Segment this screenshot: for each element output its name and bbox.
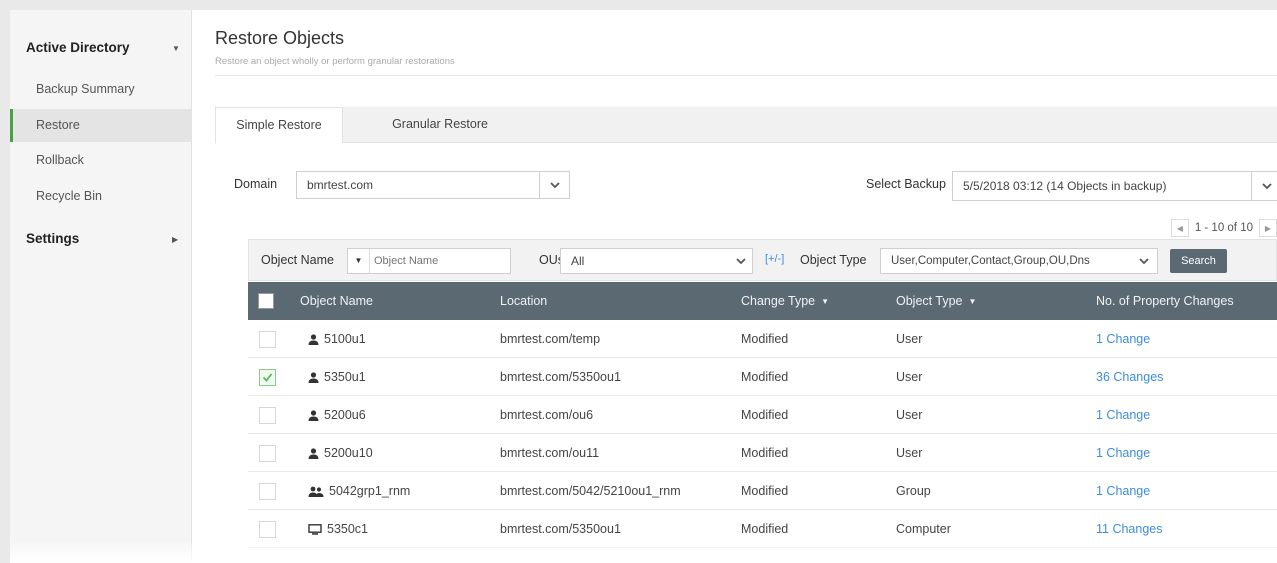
object-name-input[interactable] xyxy=(374,251,506,271)
app-window: Active Directory ▼ Backup Summary Restor… xyxy=(10,10,1277,563)
object-type: User xyxy=(896,370,923,384)
object-name-filter-label: Object Name xyxy=(261,253,334,267)
row-checkbox[interactable] xyxy=(259,331,276,348)
page-range: 1 - 10 of 10 xyxy=(1194,222,1253,234)
column-object-type[interactable]: Object Type ▼ xyxy=(896,282,976,320)
object-type: User xyxy=(896,408,923,422)
caret-down-icon[interactable]: ▼ xyxy=(348,249,370,273)
divider xyxy=(215,75,1277,76)
computer-icon xyxy=(308,524,322,535)
domain-label: Domain xyxy=(234,177,278,191)
column-object-type-label: Object Type xyxy=(896,294,963,308)
table-header: Object Name Location Change Type ▼ Object… xyxy=(248,282,1277,320)
ous-value: All xyxy=(571,254,585,268)
row-checkbox[interactable] xyxy=(259,483,276,500)
change-type: Modified xyxy=(741,446,789,460)
user-icon xyxy=(308,410,319,421)
table-row[interactable]: 5200u6 bmrtest.com/ou6 Modified User 1 C… xyxy=(248,396,1277,434)
backup-select[interactable]: 5/5/2018 03:12 (14 Objects in backup) xyxy=(952,171,1277,201)
sidebar-item-backup-summary[interactable]: Backup Summary xyxy=(10,73,192,106)
previous-page-icon[interactable]: ◀ xyxy=(1170,219,1189,237)
table-row[interactable]: 5042grp1_rnm bmrtest.com/5042/5210ou1_rn… xyxy=(248,472,1277,510)
domain-select[interactable]: bmrtest.com xyxy=(296,171,570,199)
column-object-name[interactable]: Object Name xyxy=(300,282,373,320)
change-type: Modified xyxy=(741,408,789,422)
change-type: Modified xyxy=(741,332,789,346)
sidebar-item-restore[interactable]: Restore xyxy=(10,109,192,142)
property-changes-link[interactable]: 1 Change xyxy=(1096,396,1150,434)
user-icon xyxy=(308,448,319,459)
table-row[interactable]: 5350u1 bmrtest.com/5350ou1 Modified User… xyxy=(248,358,1277,396)
chevron-down-icon[interactable]: ▼ xyxy=(172,44,180,53)
object-name: 5100u1 xyxy=(324,332,366,346)
change-type: Modified xyxy=(741,484,789,498)
caret-down-icon[interactable]: ▼ xyxy=(968,283,976,321)
domain-value: bmrtest.com xyxy=(307,178,374,192)
object-name: 5042grp1_rnm xyxy=(329,484,411,498)
sidebar-item-rollback[interactable]: Rollback xyxy=(10,144,192,177)
user-icon xyxy=(308,334,319,345)
object-location: bmrtest.com/ou6 xyxy=(500,408,594,422)
table-row[interactable]: 5100u1 bmrtest.com/temp Modified User 1 … xyxy=(248,320,1277,358)
backup-value: 5/5/2018 03:12 (14 Objects in backup) xyxy=(963,179,1167,193)
object-type-value: User,Computer,Contact,Group,OU,Dns xyxy=(891,255,1090,267)
tab-bar: Simple Restore Granular Restore xyxy=(215,107,1277,144)
tab-granular-restore[interactable]: Granular Restore xyxy=(365,107,515,143)
object-location: bmrtest.com/temp xyxy=(500,332,601,346)
column-change-type-label: Change Type xyxy=(741,294,816,308)
search-button[interactable]: Search xyxy=(1170,249,1227,273)
object-name: 5350c1 xyxy=(327,522,369,536)
user-icon xyxy=(308,372,319,383)
object-type: User xyxy=(896,332,923,346)
property-changes-link[interactable]: 1 Change xyxy=(1096,434,1150,472)
column-change-type[interactable]: Change Type ▼ xyxy=(741,282,829,320)
change-type: Modified xyxy=(741,370,789,384)
group-icon xyxy=(308,486,324,497)
scroll-fade xyxy=(10,543,1277,563)
chevron-down-icon[interactable] xyxy=(736,249,746,273)
table-body: 5100u1 bmrtest.com/temp Modified User 1 … xyxy=(248,320,1277,548)
page-title: Restore Objects xyxy=(215,28,345,48)
ous-select[interactable]: All xyxy=(560,248,753,274)
property-changes-link[interactable]: 1 Change xyxy=(1096,472,1150,510)
row-checkbox[interactable] xyxy=(259,369,276,386)
sidebar-item-recycle-bin[interactable]: Recycle Bin xyxy=(10,180,192,213)
sidebar-section-settings[interactable]: Settings xyxy=(26,231,79,246)
chevron-down-icon[interactable] xyxy=(539,172,569,198)
chevron-right-icon[interactable]: ▶ xyxy=(172,235,178,244)
column-property-changes[interactable]: No. of Property Changes xyxy=(1096,282,1234,320)
object-name: 5200u6 xyxy=(324,408,366,422)
table-row[interactable]: 5200u10 bmrtest.com/ou11 Modified User 1… xyxy=(248,434,1277,472)
object-name: 5350u1 xyxy=(324,370,366,384)
object-type: User xyxy=(896,446,923,460)
object-type-select[interactable]: User,Computer,Contact,Group,OU,Dns xyxy=(880,248,1158,274)
sidebar: Active Directory ▼ Backup Summary Restor… xyxy=(10,10,192,563)
main-content: Restore Objects Restore an object wholly… xyxy=(193,10,1277,563)
column-location[interactable]: Location xyxy=(500,282,547,320)
next-page-icon[interactable]: ▶ xyxy=(1259,219,1277,237)
row-checkbox[interactable] xyxy=(259,521,276,538)
select-all-checkbox[interactable] xyxy=(258,293,274,309)
pagination: ◀ 1 - 10 of 10 ▶ xyxy=(1170,218,1277,238)
object-location: bmrtest.com/5350ou1 xyxy=(500,370,621,384)
object-type-filter-label: Object Type xyxy=(800,253,867,267)
sidebar-section-active-directory[interactable]: Active Directory xyxy=(26,40,130,55)
tab-simple-restore[interactable]: Simple Restore xyxy=(215,107,343,144)
object-type: Group xyxy=(896,484,931,498)
object-name-filter: ▼ xyxy=(347,248,511,274)
caret-down-icon[interactable]: ▼ xyxy=(821,283,829,321)
toggle-expand-link[interactable]: [+/-] xyxy=(765,253,784,265)
select-backup-label: Select Backup xyxy=(866,177,946,191)
chevron-down-icon[interactable] xyxy=(1135,249,1153,273)
row-checkbox[interactable] xyxy=(259,407,276,424)
property-changes-link[interactable]: 36 Changes xyxy=(1096,358,1163,396)
object-name: 5200u10 xyxy=(324,446,373,460)
page-subtitle: Restore an object wholly or perform gran… xyxy=(215,56,455,67)
property-changes-link[interactable]: 1 Change xyxy=(1096,320,1150,358)
chevron-down-icon[interactable] xyxy=(1251,172,1277,200)
filter-bar: Object Name ▼ OUs All [+/-] Object Type … xyxy=(248,239,1277,281)
row-checkbox[interactable] xyxy=(259,445,276,462)
object-location: bmrtest.com/ou11 xyxy=(500,446,600,460)
object-location: bmrtest.com/5042/5210ou1_rnm xyxy=(500,484,681,498)
